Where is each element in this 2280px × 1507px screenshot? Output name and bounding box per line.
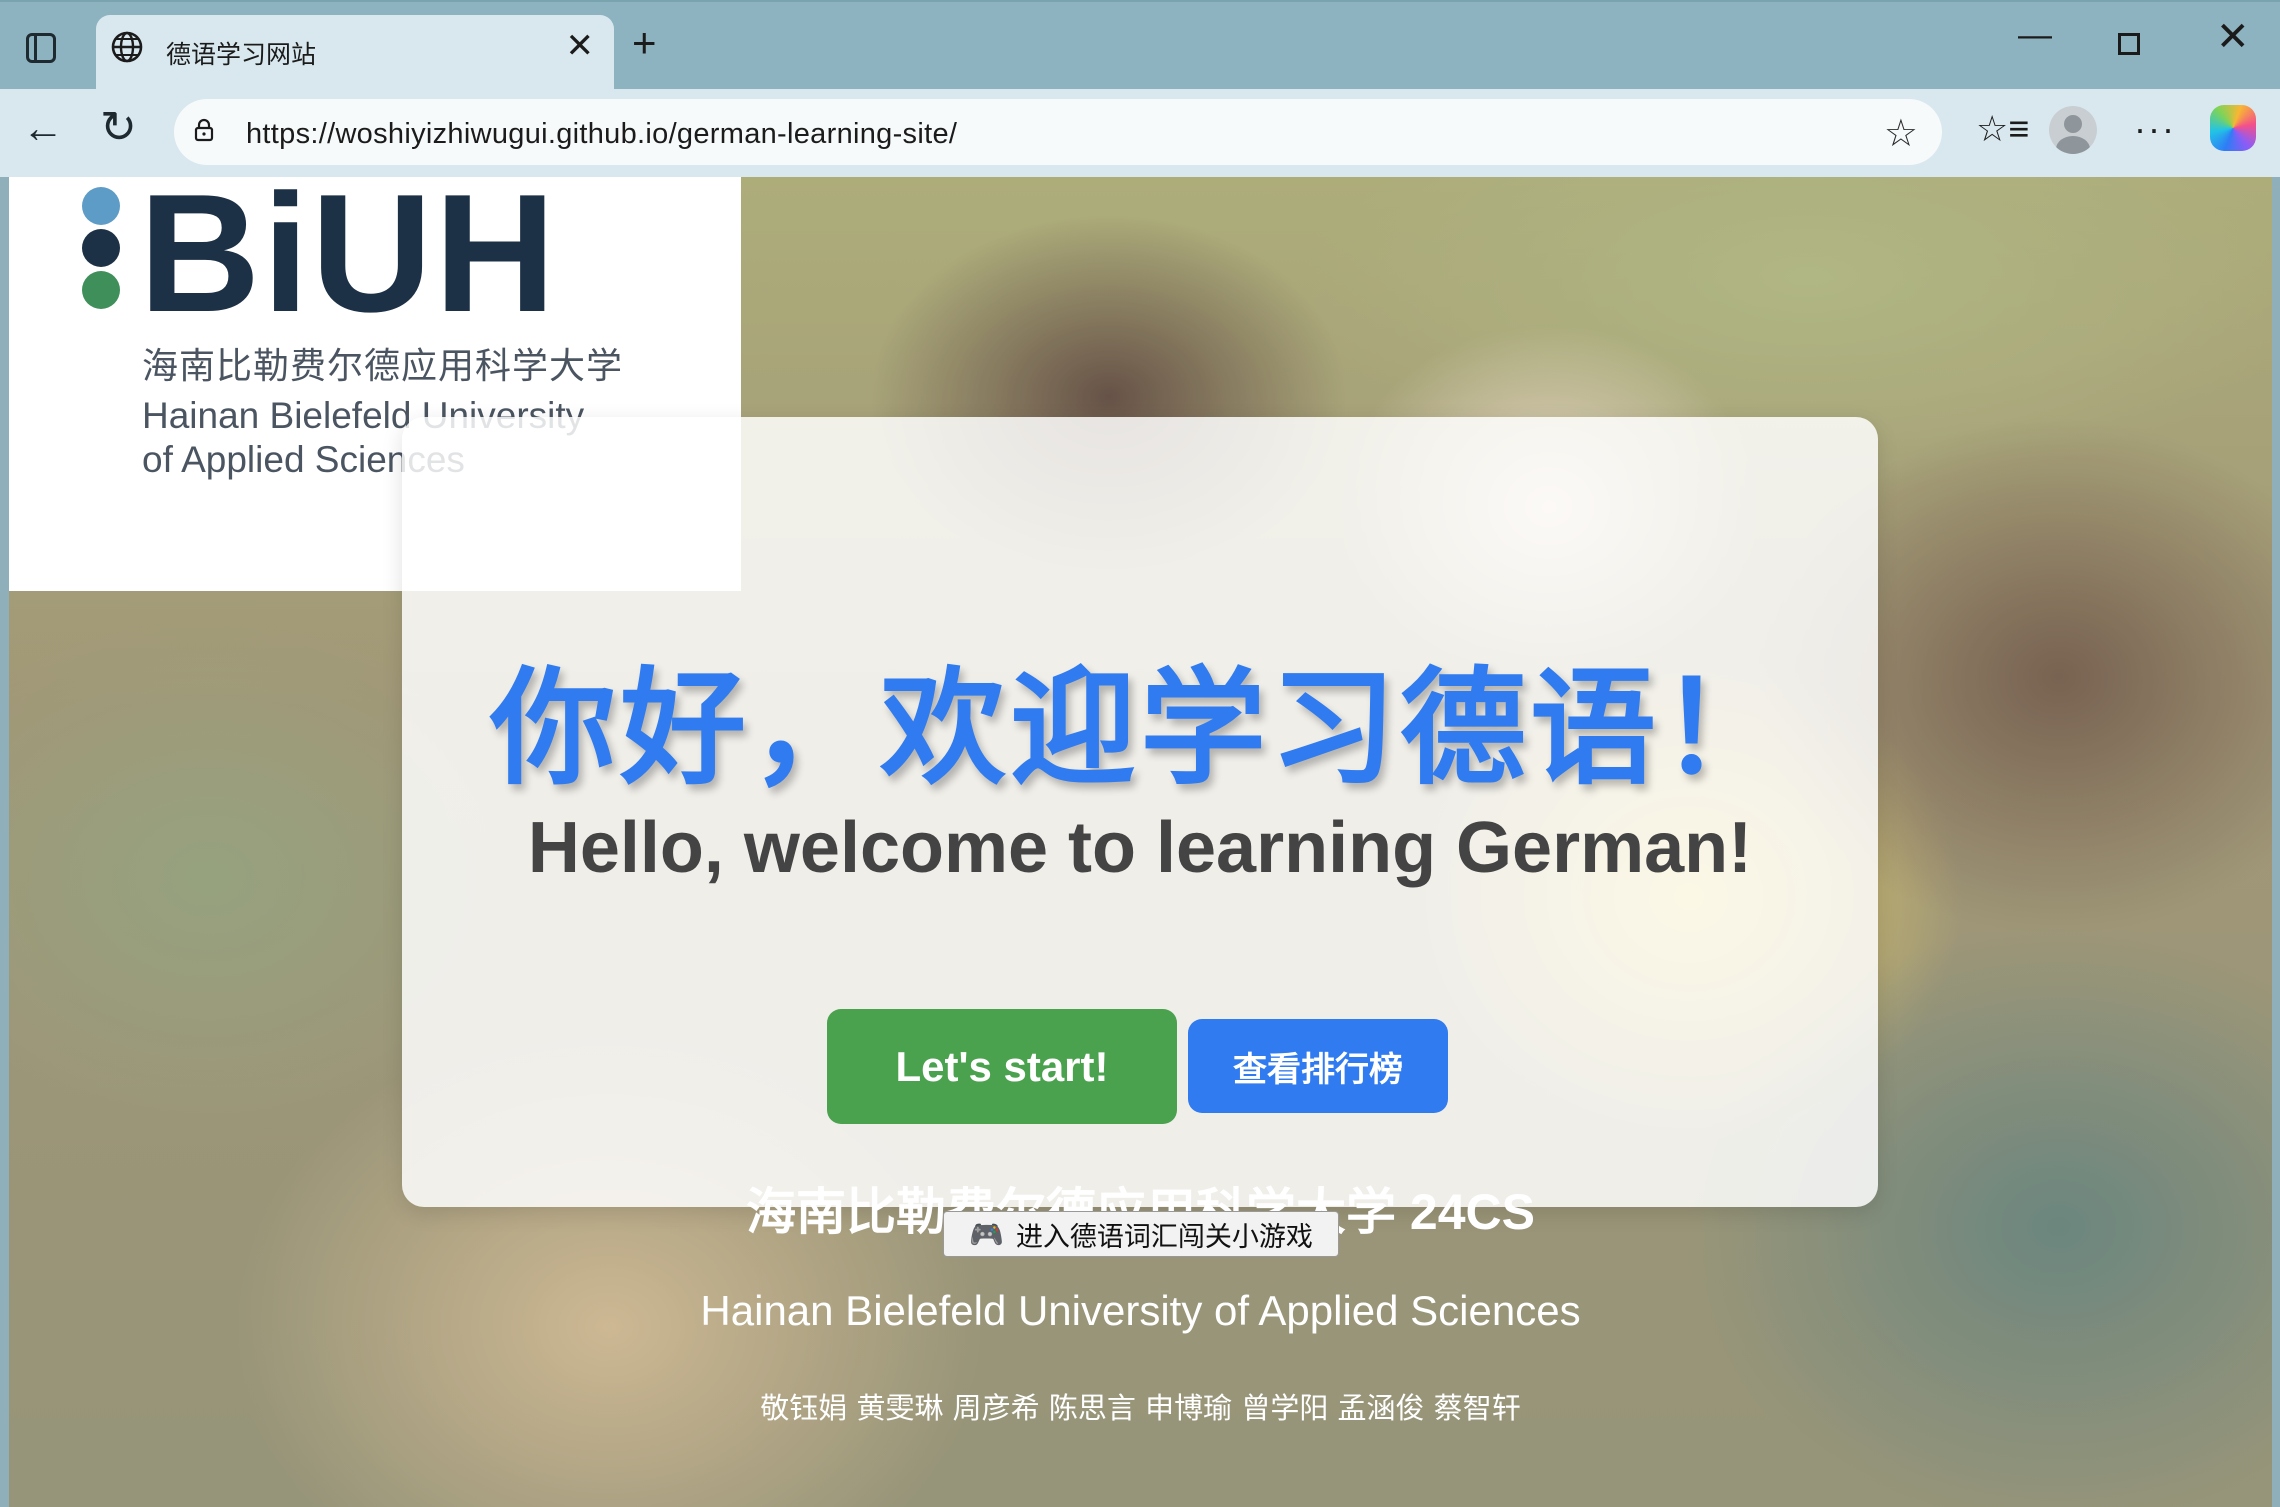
star-icon[interactable]: ☆ [1884,111,1918,156]
browser-titlebar: 德语学习网站 ✕ + — □ ✕ [0,0,2280,89]
favorites-icon[interactable]: ☆≡ [1976,109,2029,149]
welcome-card: 你好，欢迎学习德语！ Hello, welcome to learning Ge… [402,417,1878,1207]
copilot-icon[interactable] [2210,105,2256,151]
start-button[interactable]: Let's start! [827,1009,1177,1124]
more-icon[interactable]: ··· [2134,109,2176,149]
globe-icon [111,31,143,63]
window-close-icon[interactable]: ✕ [2216,17,2250,57]
url-text: https://woshiyizhiwugui.github.io/german… [246,118,958,150]
page-viewport: BiUH 海南比勒费尔德应用科学大学 Hainan Bielefeld Univ… [9,177,2272,1507]
logo-dot-navy [82,229,120,267]
welcome-heading-en: Hello, welcome to learning German! [527,808,1753,888]
address-bar[interactable]: https://woshiyizhiwugui.github.io/german… [174,99,1942,165]
welcome-heading-cn: 你好，欢迎学习德语！ [490,655,1790,802]
minimize-icon[interactable]: — [2018,18,2052,52]
browser-tab-active[interactable]: 德语学习网站 ✕ [96,15,614,89]
plus-icon[interactable]: + [632,22,657,64]
logo-wordmark: BiUH [139,177,558,347]
leaderboard-button[interactable]: 查看排行榜 [1188,1019,1448,1113]
logo-dot-blue [82,187,120,225]
logo-dots [82,187,120,313]
close-icon[interactable]: ✕ [566,29,595,63]
vocabulary-game-label: 进入德语词汇闯关小游戏 [1015,1221,1313,1253]
maximize-icon[interactable]: □ [2118,33,2140,55]
logo-chinese-name: 海南比勒费尔德应用科学大学 [142,345,624,386]
footer-team-names: 敬钰娟 黄雯琳 周彦希 陈思言 申博瑜 曾学阳 孟涵俊 蔡智轩 [760,1391,1521,1425]
gamepad-icon: 🎮 [969,1217,1004,1251]
lock-icon[interactable] [194,118,214,142]
sidebar-toggle-icon[interactable] [26,33,56,63]
footer-university-en: Hainan Bielefeld University of Applied S… [700,1287,1581,1334]
browser-toolbar: ← ↻ https://woshiyizhiwugui.github.io/ge… [0,89,2280,177]
arrow-left-icon[interactable]: ← [22,107,64,149]
vocabulary-game-button[interactable]: 🎮 进入德语词汇闯关小游戏 [943,1211,1339,1257]
reload-icon[interactable]: ↻ [100,106,137,150]
profile-icon[interactable] [2049,106,2097,154]
logo-dot-green [82,271,120,309]
titlebar-edge [0,0,2280,2]
tab-title: 德语学习网站 [166,41,317,69]
